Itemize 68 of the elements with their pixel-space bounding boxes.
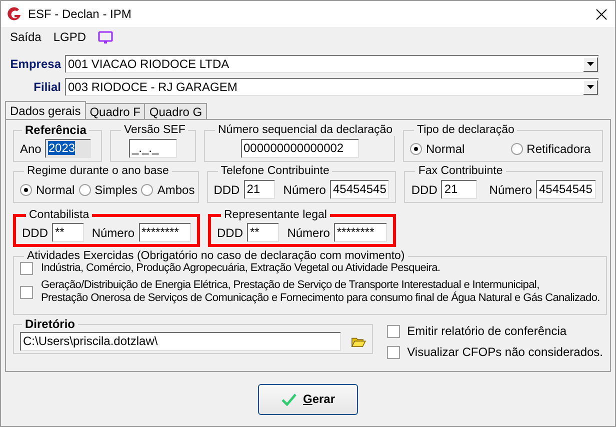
radio-label: Retificadora	[526, 142, 591, 156]
numero-label: Número	[489, 182, 532, 196]
group-title: Regime durante o ano base	[26, 165, 170, 177]
monitor-icon[interactable]	[98, 30, 114, 44]
sequence-field[interactable]: 000000000000002	[240, 139, 358, 158]
checkbox-label: Visualizar CFOPs não considerados.	[407, 345, 603, 359]
version-field[interactable]: _._._	[129, 139, 177, 158]
checkbox[interactable]	[387, 346, 400, 358]
checkbox[interactable]	[20, 262, 33, 275]
selector-label: Empresa	[9, 57, 62, 71]
directory-field[interactable]: C:\Users\priscila.dotzlaw\	[20, 332, 342, 351]
year-field[interactable]: 2023	[45, 139, 92, 158]
group-title: Representante legal	[223, 209, 328, 221]
group-title: Número sequencial da declaração	[217, 124, 394, 136]
combo-box[interactable]: 001 VIACAO RIODOCE LTDA	[65, 55, 599, 73]
dropdown-arrow-icon	[587, 62, 594, 66]
numero-field[interactable]: 45454545	[330, 180, 390, 199]
checkmark-icon	[280, 392, 297, 406]
tab[interactable]: Dados gerais	[5, 101, 86, 119]
numero-label: Número	[92, 226, 135, 240]
selector-label: Filial	[32, 80, 62, 94]
app-logo-icon	[6, 6, 22, 22]
group-title: Diretório	[24, 318, 76, 330]
radio-label: Normal	[426, 142, 465, 156]
ddd-label: DDD	[217, 226, 243, 240]
checkbox-label: Emitir relatório de conferência	[407, 324, 567, 338]
group-title: Referência	[24, 124, 88, 136]
ddd-field[interactable]: 21	[244, 180, 276, 199]
checkbox[interactable]	[20, 286, 33, 298]
menu-item[interactable]: LGPD	[53, 30, 86, 44]
ddd-label: DDD	[411, 182, 438, 196]
dropdown-arrow-icon	[587, 85, 594, 89]
radio-label: Normal	[36, 182, 75, 196]
radio-button[interactable]	[410, 142, 422, 154]
generate-button[interactable]: Gerar	[258, 384, 358, 414]
numero-field[interactable]: ********	[334, 223, 387, 242]
ddd-field[interactable]: 21	[441, 180, 478, 199]
ddd-label: DDD	[214, 182, 240, 196]
close-icon[interactable]	[596, 8, 607, 20]
ddd-label: DDD	[22, 226, 48, 240]
ddd-field[interactable]: **	[247, 223, 280, 242]
numero-label: Número	[283, 182, 326, 196]
field-label: Ano	[20, 142, 42, 156]
radio-button[interactable]	[141, 184, 154, 196]
numero-label: Número	[287, 226, 330, 240]
numero-field[interactable]: 45454545	[536, 180, 596, 199]
group-title: Versão SEF	[123, 124, 186, 136]
checkbox-label: Geração/Distribuição de Energia Elétrica, Prestação de Serviço de Transporte Interestadual e Intermunicipal, Prestação Onerosa de Serviços de Comunicação e Fornecimento para consumo final de Água Natural e Gás Canalizado.	[41, 279, 600, 305]
radio-label: Simples	[94, 182, 138, 196]
checkbox[interactable]	[387, 324, 400, 338]
window-title: ESF - Declan - IPM	[28, 7, 132, 21]
numero-field[interactable]: ********	[138, 223, 191, 242]
group-title: Tipo de declaração	[416, 124, 516, 136]
group-title: Contabilista	[28, 209, 90, 221]
folder-icon[interactable]	[351, 336, 366, 348]
checkbox-label: Indústria, Comércio, Produção Agropecuária, Extração Vegetal ou Atividade Pesqueira.	[41, 262, 440, 275]
group-title: Fax Contribuinte	[417, 165, 504, 177]
tab[interactable]: Quadro G	[144, 103, 208, 119]
radio-button[interactable]	[510, 142, 523, 154]
ddd-field[interactable]: **	[52, 223, 84, 242]
radio-button[interactable]	[78, 184, 91, 196]
radio-button[interactable]	[20, 184, 32, 196]
tab[interactable]: Quadro F	[84, 103, 146, 119]
group-title: Telefone Contribuinte	[220, 165, 330, 177]
menu-item[interactable]: Saída	[10, 30, 42, 44]
group-title: Atividades Exercidas (Obrigatório no caso de declaração com movimento)	[26, 250, 406, 262]
combo-box[interactable]: 003 RIODOCE - RJ GARAGEM	[65, 78, 599, 96]
radio-label: Ambos	[157, 182, 195, 196]
